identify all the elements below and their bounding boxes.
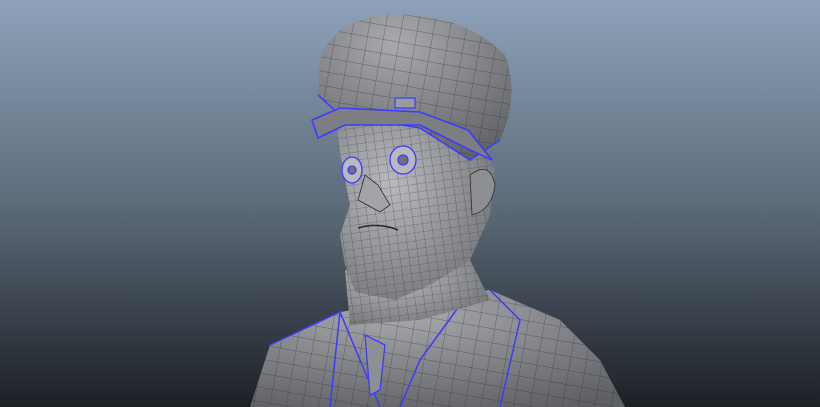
cap-badge	[394, 97, 416, 109]
render-canvas	[0, 0, 820, 407]
3d-viewport[interactable]	[0, 0, 820, 407]
